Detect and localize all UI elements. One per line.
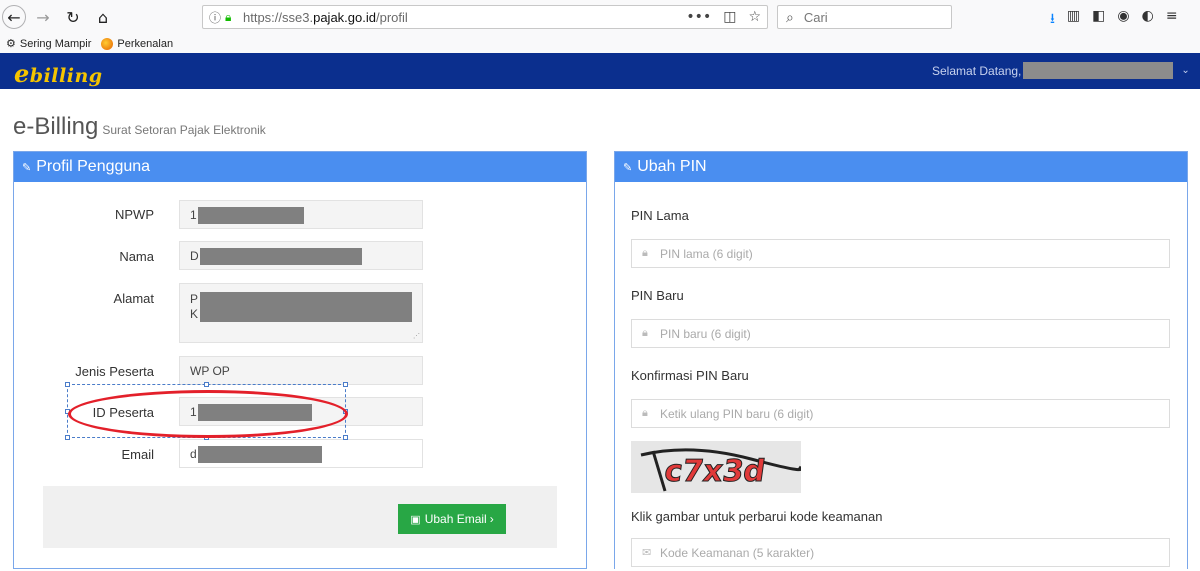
alamat-field: PK ⋰ — [179, 283, 423, 343]
bookmark-star-icon[interactable]: ☆ — [748, 9, 761, 25]
bookmarks-bar: ⚙ Sering Mampir Perkenalan — [0, 34, 1200, 53]
pin-baru-input[interactable]: 🔒︎ PIN baru (6 digit) — [631, 319, 1170, 348]
gear-icon: ⚙ — [6, 38, 16, 50]
library-icon[interactable]: ▥ — [1067, 8, 1080, 32]
annotation-red-ellipse — [68, 390, 348, 438]
profile-panel: ✎ Profil Pengguna NPWP 1 Nama D Alamat P… — [13, 151, 587, 569]
ubah-email-button[interactable]: ▣ Ubah Email › — [398, 504, 506, 534]
search-input[interactable]: ⌕ Cari — [777, 5, 952, 29]
nama-label: Nama — [119, 249, 154, 264]
chevron-right-icon: › — [489, 512, 494, 526]
address-bar[interactable]: ⓘ 🔒︎ https://sse3.pajak.go.id/profil •••… — [202, 5, 768, 29]
page-actions-icon[interactable]: ••• — [686, 9, 711, 25]
lock-icon[interactable]: 🔒︎ — [225, 10, 243, 25]
redacted-value — [200, 292, 412, 322]
home-icon: ⌂ — [97, 7, 109, 27]
redacted-username — [1023, 62, 1174, 79]
lock-icon: 🔒︎ — [642, 407, 648, 419]
lock-icon: 🔒︎ — [642, 327, 648, 339]
selection-handle — [204, 382, 209, 387]
arrow-right-icon: → — [36, 7, 50, 27]
npwp-label: NPWP — [115, 207, 154, 222]
user-menu[interactable]: Selamat Datang, ⌄ — [932, 62, 1190, 79]
bookmark-perkenalan[interactable]: Perkenalan — [101, 37, 173, 50]
bookmark-sering-mampir[interactable]: ⚙ Sering Mampir — [6, 37, 91, 51]
url-text: https://sse3.pajak.go.id/profil — [243, 9, 408, 25]
app-header: ebilling Selamat Datang, ⌄ — [0, 53, 1200, 89]
reload-icon: ↻ — [66, 7, 80, 27]
captcha-input[interactable]: ✉ Kode Keamanan (5 karakter) — [631, 538, 1170, 567]
edit-icon: ✎ — [623, 161, 633, 174]
chevron-down-icon: ⌄ — [1181, 65, 1190, 76]
profile-panel-header: ✎ Profil Pengguna — [14, 152, 586, 182]
save-icon: ▣ — [410, 513, 421, 526]
redacted-value — [197, 446, 322, 463]
captcha-text: c7x3d — [662, 454, 767, 489]
page-title: e-Billing Surat Setoran Pajak Elektronik — [13, 113, 266, 140]
jenis-peserta-label: Jenis Peserta — [75, 364, 154, 379]
captcha-hint: Klik gambar untuk perbarui kode keamanan — [631, 509, 883, 524]
pin-baru-label: PIN Baru — [631, 288, 684, 303]
info-icon[interactable]: ⓘ — [209, 9, 225, 26]
extension-icon[interactable]: ◉ — [1117, 8, 1129, 32]
alamat-label: Alamat — [113, 291, 154, 306]
reload-button[interactable]: ↻ — [60, 4, 86, 30]
envelope-icon: ✉ — [642, 547, 652, 559]
edit-icon: ✎ — [22, 161, 32, 174]
nama-field: D — [179, 241, 423, 270]
menu-icon[interactable]: ≡ — [1166, 8, 1178, 32]
lock-icon: 🔒︎ — [642, 247, 648, 259]
selection-handle — [65, 435, 70, 440]
sidebar-icon[interactable]: ◧ — [1092, 8, 1105, 32]
selection-handle — [343, 382, 348, 387]
browser-toolbar: ← → ↻ ⌂ ⓘ 🔒︎ https://sse3.pajak.go.id/pr… — [0, 0, 1200, 34]
change-pin-panel-header: ✎ Ubah PIN — [615, 152, 1187, 182]
selection-handle — [343, 435, 348, 440]
redacted-value — [199, 248, 362, 265]
redacted-value — [197, 207, 304, 224]
pin-lama-input[interactable]: 🔒︎ PIN lama (6 digit) — [631, 239, 1170, 268]
home-button[interactable]: ⌂ — [90, 4, 116, 30]
account-icon[interactable]: ◐ — [1142, 8, 1154, 32]
captcha-image[interactable]: c7x3d — [631, 441, 801, 493]
firefox-icon — [101, 37, 114, 50]
npwp-field: 1 — [179, 200, 423, 229]
email-field[interactable]: d — [179, 439, 423, 468]
ebilling-logo[interactable]: ebilling — [14, 59, 103, 88]
forward-button[interactable]: → — [30, 4, 56, 30]
download-icon[interactable]: ⭳ — [1050, 8, 1055, 32]
email-label: Email — [121, 447, 154, 462]
resize-grip-icon[interactable]: ⋰ — [413, 332, 420, 340]
search-placeholder: Cari — [803, 9, 828, 25]
konfirmasi-pin-label: Konfirmasi PIN Baru — [631, 368, 749, 383]
konfirmasi-pin-input[interactable]: 🔒︎ Ketik ulang PIN baru (6 digit) — [631, 399, 1170, 428]
pocket-icon[interactable]: ◫ — [723, 9, 736, 25]
search-icon: ⌕ — [786, 8, 794, 25]
jenis-peserta-field: WP OP — [179, 356, 423, 385]
pin-lama-label: PIN Lama — [631, 208, 689, 223]
selection-handle — [65, 382, 70, 387]
back-button[interactable]: ← — [2, 5, 26, 29]
change-pin-panel: ✎ Ubah PIN PIN Lama 🔒︎ PIN lama (6 digit… — [614, 151, 1188, 569]
arrow-left-icon: ← — [7, 7, 21, 27]
captcha-graphic: c7x3d — [631, 441, 801, 493]
